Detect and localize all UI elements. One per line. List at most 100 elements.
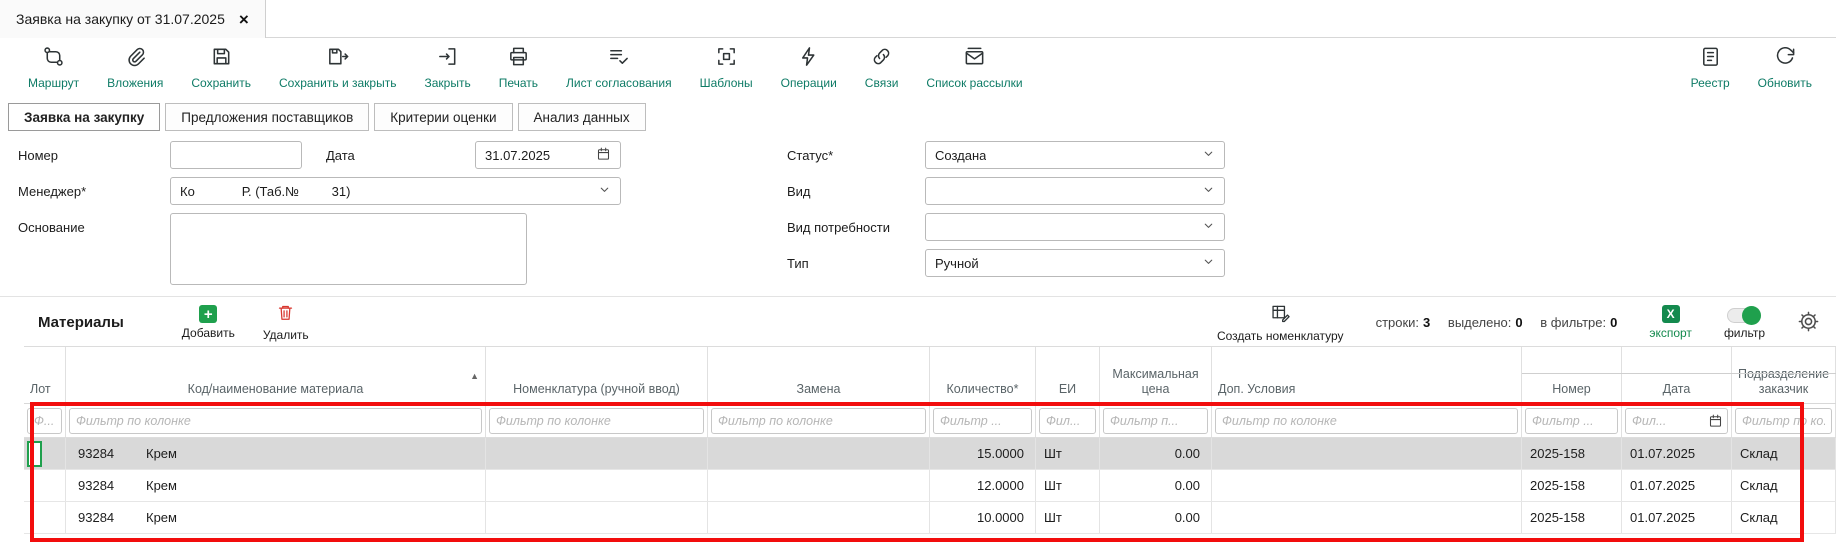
col-header-unit[interactable]: ЕИ	[1036, 347, 1100, 403]
col-header-material[interactable]: Код/наименование материала ▲	[66, 347, 486, 403]
cell-date[interactable]: 01.07.2025	[1622, 438, 1732, 469]
filter-input-quantity[interactable]	[933, 408, 1032, 434]
tab-zayavka[interactable]: Заявка на закупку	[8, 103, 160, 131]
delete-row-button[interactable]: Удалить	[263, 303, 309, 342]
toolbar-button-approval-sheet[interactable]: Лист согласования	[552, 45, 686, 90]
cell-date[interactable]: 01.07.2025	[1622, 470, 1732, 501]
kind-select[interactable]	[925, 177, 1225, 205]
col-header-lot[interactable]: Лот	[24, 347, 66, 403]
cell-zamena[interactable]	[708, 502, 930, 533]
toolbar-button-registry[interactable]: Реестр	[1677, 45, 1744, 90]
toolbar-button-links[interactable]: Связи	[851, 45, 913, 90]
cell-unit[interactable]: Шт	[1036, 470, 1100, 501]
tab-predlozheniya-postavshchikov[interactable]: Предложения поставщиков	[165, 103, 369, 131]
cell-number[interactable]: 2025-158	[1522, 470, 1622, 501]
calendar-icon[interactable]	[1708, 413, 1723, 433]
cell-unit[interactable]: Шт	[1036, 438, 1100, 469]
col-header-zamena[interactable]: Замена	[708, 347, 930, 403]
cell-conditions[interactable]	[1212, 438, 1522, 469]
filter-input-nomenclature[interactable]	[489, 408, 704, 434]
grid-settings-button[interactable]	[1797, 310, 1820, 336]
toolbar-button-save-close[interactable]: Сохранить и закрыть	[265, 45, 410, 90]
cell-number[interactable]: 2025-158	[1522, 502, 1622, 533]
filter-input-lot[interactable]	[27, 408, 62, 434]
type-select[interactable]: Ручной	[925, 249, 1225, 277]
col-header-max-price[interactable]: Максимальная цена	[1100, 347, 1212, 403]
cell-zamena[interactable]	[708, 470, 930, 501]
filter-toggle[interactable]: фильтр	[1724, 306, 1765, 340]
cell-unit[interactable]: Шт	[1036, 502, 1100, 533]
status-select[interactable]: Создана	[925, 141, 1225, 169]
cell-number[interactable]: 2025-158	[1522, 438, 1622, 469]
cell-lot[interactable]	[24, 438, 66, 469]
col-header-number[interactable]: Номер	[1522, 347, 1622, 403]
tab-kriterii-ocenki[interactable]: Критерии оценки	[374, 103, 512, 131]
toolbar-button-label: Операции	[781, 76, 837, 90]
cell-date[interactable]: 01.07.2025	[1622, 502, 1732, 533]
filter-input-zamena[interactable]	[711, 408, 926, 434]
table-row[interactable]: 93284Крем 10.0000 Шт 0.00 2025-158 01.07…	[24, 502, 1836, 534]
cell-max-price[interactable]: 0.00	[1100, 438, 1212, 469]
close-tab-icon[interactable]: ×	[239, 11, 249, 28]
trash-icon	[276, 303, 295, 325]
toolbar-left-group: Маршрут Вложения Сохранить Сохранить и з…	[14, 45, 1037, 90]
toolbar-button-label: Печать	[499, 76, 538, 90]
col-header-division[interactable]: Подразделение заказчик	[1732, 347, 1836, 403]
cell-quantity[interactable]: 10.0000	[930, 502, 1036, 533]
col-header-nomenclature[interactable]: Номенклатура (ручной ввод)	[486, 347, 708, 403]
cell-material[interactable]: 93284Крем	[66, 470, 486, 501]
date-input[interactable]: 31.07.2025	[475, 141, 621, 169]
table-row[interactable]: 93284Крем 12.0000 Шт 0.00 2025-158 01.07…	[24, 470, 1836, 502]
export-excel-button[interactable]: X экспорт	[1649, 305, 1692, 340]
cell-nomenclature[interactable]	[486, 438, 708, 469]
sort-asc-icon: ▲	[470, 371, 479, 381]
in-filter-count-value: 0	[1610, 315, 1617, 330]
basis-textarea[interactable]	[170, 213, 527, 285]
toolbar-button-print[interactable]: Печать	[485, 45, 552, 90]
add-row-button[interactable]: + Добавить	[182, 305, 235, 340]
document-tab[interactable]: Заявка на закупку от 31.07.2025 ×	[0, 0, 266, 38]
create-nomenclature-button[interactable]: Создать номенклатуру	[1217, 302, 1344, 343]
col-header-date[interactable]: Дата	[1622, 347, 1732, 403]
toolbar-button-attachments[interactable]: Вложения	[93, 45, 177, 90]
toolbar-button-refresh[interactable]: Обновить	[1744, 45, 1826, 90]
filter-input-max-price[interactable]	[1103, 408, 1208, 434]
filter-input-material[interactable]	[69, 408, 482, 434]
cell-division[interactable]: Склад	[1732, 438, 1836, 469]
tab-analiz-dannyh[interactable]: Анализ данных	[518, 103, 646, 131]
toolbar-button-mailing-list[interactable]: Список рассылки	[912, 45, 1036, 90]
number-input[interactable]	[170, 141, 302, 169]
toolbar-button-route[interactable]: Маршрут	[14, 45, 93, 90]
cell-nomenclature[interactable]	[486, 470, 708, 501]
cell-max-price[interactable]: 0.00	[1100, 470, 1212, 501]
table-filter-row	[24, 404, 1836, 438]
cell-division[interactable]: Склад	[1732, 502, 1836, 533]
toolbar-button-label: Маршрут	[28, 76, 79, 90]
cell-quantity[interactable]: 15.0000	[930, 438, 1036, 469]
cell-conditions[interactable]	[1212, 470, 1522, 501]
filter-input-conditions[interactable]	[1215, 408, 1518, 434]
cell-nomenclature[interactable]	[486, 502, 708, 533]
table-row[interactable]: 93284Крем 15.0000 Шт 0.00 2025-158 01.07…	[24, 438, 1836, 470]
col-header-conditions[interactable]: Доп. Условия	[1212, 347, 1522, 403]
cell-lot[interactable]	[24, 502, 66, 533]
toolbar-button-operations[interactable]: Операции	[767, 45, 851, 90]
toolbar-button-close[interactable]: Закрыть	[410, 45, 484, 90]
col-header-quantity[interactable]: Количество*	[930, 347, 1036, 403]
filter-input-division[interactable]	[1735, 408, 1832, 434]
cell-division[interactable]: Склад	[1732, 470, 1836, 501]
cell-conditions[interactable]	[1212, 502, 1522, 533]
cell-max-price[interactable]: 0.00	[1100, 502, 1212, 533]
cell-zamena[interactable]	[708, 438, 930, 469]
cell-lot[interactable]	[24, 470, 66, 501]
toolbar-button-templates[interactable]: Шаблоны	[686, 45, 767, 90]
toolbar-button-save[interactable]: Сохранить	[177, 45, 265, 90]
cell-quantity[interactable]: 12.0000	[930, 470, 1036, 501]
cell-material[interactable]: 93284Крем	[66, 438, 486, 469]
paperclip-icon	[124, 45, 147, 73]
filter-input-number[interactable]	[1525, 408, 1618, 434]
need-kind-select[interactable]	[925, 213, 1225, 241]
cell-material[interactable]: 93284Крем	[66, 502, 486, 533]
filter-input-unit[interactable]	[1039, 408, 1096, 434]
manager-select[interactable]: Ко Р. (Таб.№ 31)	[170, 177, 621, 205]
